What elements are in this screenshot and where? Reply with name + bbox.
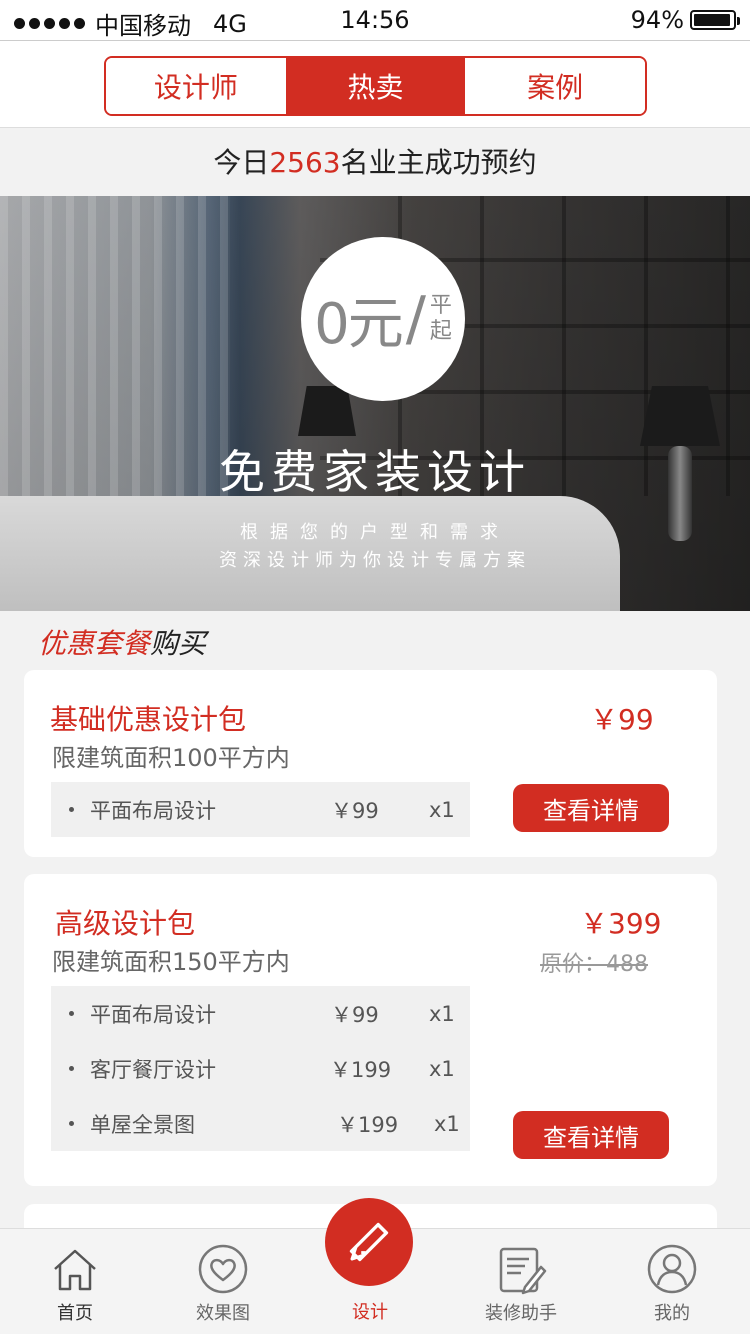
heart-icon: [198, 1244, 248, 1294]
badge-unit-top: 平: [429, 293, 452, 318]
package-items: 平面布局设计 ￥99 x1 客厅餐厅设计 ￥199 x1 单屋全景图 ￥199 …: [51, 986, 470, 1151]
nav-renderings-label: 效果图: [196, 1303, 250, 1324]
price-badge: 0元 / 平 起: [301, 237, 465, 401]
nav-home[interactable]: 首页: [0, 1229, 150, 1334]
tab-designer[interactable]: 设计师: [106, 58, 286, 114]
package-desc: 限建筑面积100平方内: [52, 744, 290, 772]
item-qty: x1: [429, 1001, 455, 1026]
item-qty: x1: [429, 797, 455, 822]
package-price: ￥399: [580, 907, 662, 940]
booking-prefix: 今日: [213, 146, 270, 179]
bullet-icon: [69, 1066, 74, 1071]
status-bar: 中国移动 4G 14:56 94%: [0, 0, 750, 40]
battery-fill: [694, 14, 730, 26]
hero-subtitle-1: 根据您的户型和需求: [240, 522, 510, 543]
nav-assistant-label: 装修助手: [485, 1303, 557, 1324]
bullet-icon: [69, 1121, 74, 1126]
package-item: 平面布局设计 ￥99 x1: [51, 782, 470, 837]
home-icon: [54, 1249, 96, 1291]
section-title: 优惠套餐购买: [38, 622, 206, 662]
battery-icon: [690, 10, 740, 30]
section-title-red: 优惠套餐: [38, 627, 151, 660]
badge-unit: 平 起: [430, 293, 452, 345]
view-details-button[interactable]: 查看详情: [513, 784, 669, 832]
package-desc: 限建筑面积150平方内: [52, 948, 290, 976]
package-card-basic[interactable]: 基础优惠设计包 限建筑面积100平方内 ￥99 平面布局设计 ￥99 x1 查看…: [24, 670, 717, 857]
nav-profile-label: 我的: [654, 1303, 690, 1324]
design-tools-icon: [349, 1222, 389, 1262]
hero-subtitle-2: 资深设计师为你设计专属方案: [219, 550, 531, 571]
package-items: 平面布局设计 ￥99 x1: [51, 782, 470, 837]
package-card-premium[interactable]: 高级设计包 限建筑面积150平方内 ￥399 原价：488 平面布局设计 ￥99…: [24, 874, 717, 1186]
badge-unit-bottom: 起: [429, 319, 452, 344]
badge-price: 0元: [314, 291, 404, 357]
package-original-price: 原价：488: [540, 952, 648, 977]
item-name: 单屋全景图: [90, 1112, 195, 1137]
user-icon: [647, 1244, 697, 1294]
nav-assistant[interactable]: 装修助手: [446, 1229, 596, 1334]
status-right: 94%: [630, 6, 740, 34]
nav-home-label: 首页: [57, 1303, 93, 1324]
tab-hot-sale[interactable]: 热卖: [285, 58, 466, 114]
item-name: 平面布局设计: [90, 1002, 216, 1027]
section-title-black: 购买: [150, 627, 207, 660]
item-name: 客厅餐厅设计: [90, 1057, 216, 1082]
booking-suffix: 名业主成功预约: [340, 146, 537, 179]
item-price: ￥199: [330, 1057, 392, 1082]
package-name: 高级设计包: [55, 907, 196, 940]
item-qty: x1: [434, 1111, 460, 1136]
item-price: ￥99: [331, 1002, 379, 1027]
battery-percent: 94%: [630, 6, 684, 34]
package-item: 单屋全景图 ￥199 x1: [51, 1096, 470, 1151]
tab-cases[interactable]: 案例: [465, 58, 645, 114]
nav-design-label: 设计: [352, 1302, 388, 1323]
view-details-button[interactable]: 查看详情: [513, 1111, 669, 1159]
nav-design-button[interactable]: [325, 1198, 413, 1286]
booking-count-banner: 今日2563名业主成功预约: [0, 130, 750, 196]
bullet-icon: [69, 807, 74, 812]
item-name: 平面布局设计: [90, 798, 216, 823]
package-price: ￥99: [590, 703, 654, 736]
package-item: 客厅餐厅设计 ￥199 x1: [51, 1041, 470, 1096]
top-header: 设计师 热卖 案例: [0, 40, 750, 128]
bullet-icon: [69, 1011, 74, 1016]
package-item: 平面布局设计 ￥99 x1: [51, 986, 470, 1041]
item-qty: x1: [429, 1056, 455, 1081]
booking-count: 2563: [269, 146, 341, 179]
nav-renderings[interactable]: 效果图: [148, 1229, 298, 1334]
lamp-left-decoration: [298, 386, 356, 436]
item-price: ￥99: [331, 798, 379, 823]
notepad-icon: [499, 1247, 547, 1295]
badge-slash: /: [405, 284, 426, 354]
item-price: ￥199: [337, 1112, 399, 1137]
segmented-tabs: 设计师 热卖 案例: [104, 56, 647, 116]
hero-banner[interactable]: 0元 / 平 起 免费家装设计 根据您的户型和需求 资深设计师为你设计专属方案: [0, 196, 750, 611]
hero-title: 免费家装设计: [219, 445, 531, 499]
package-name: 基础优惠设计包: [50, 703, 247, 736]
nav-profile[interactable]: 我的: [597, 1229, 747, 1334]
